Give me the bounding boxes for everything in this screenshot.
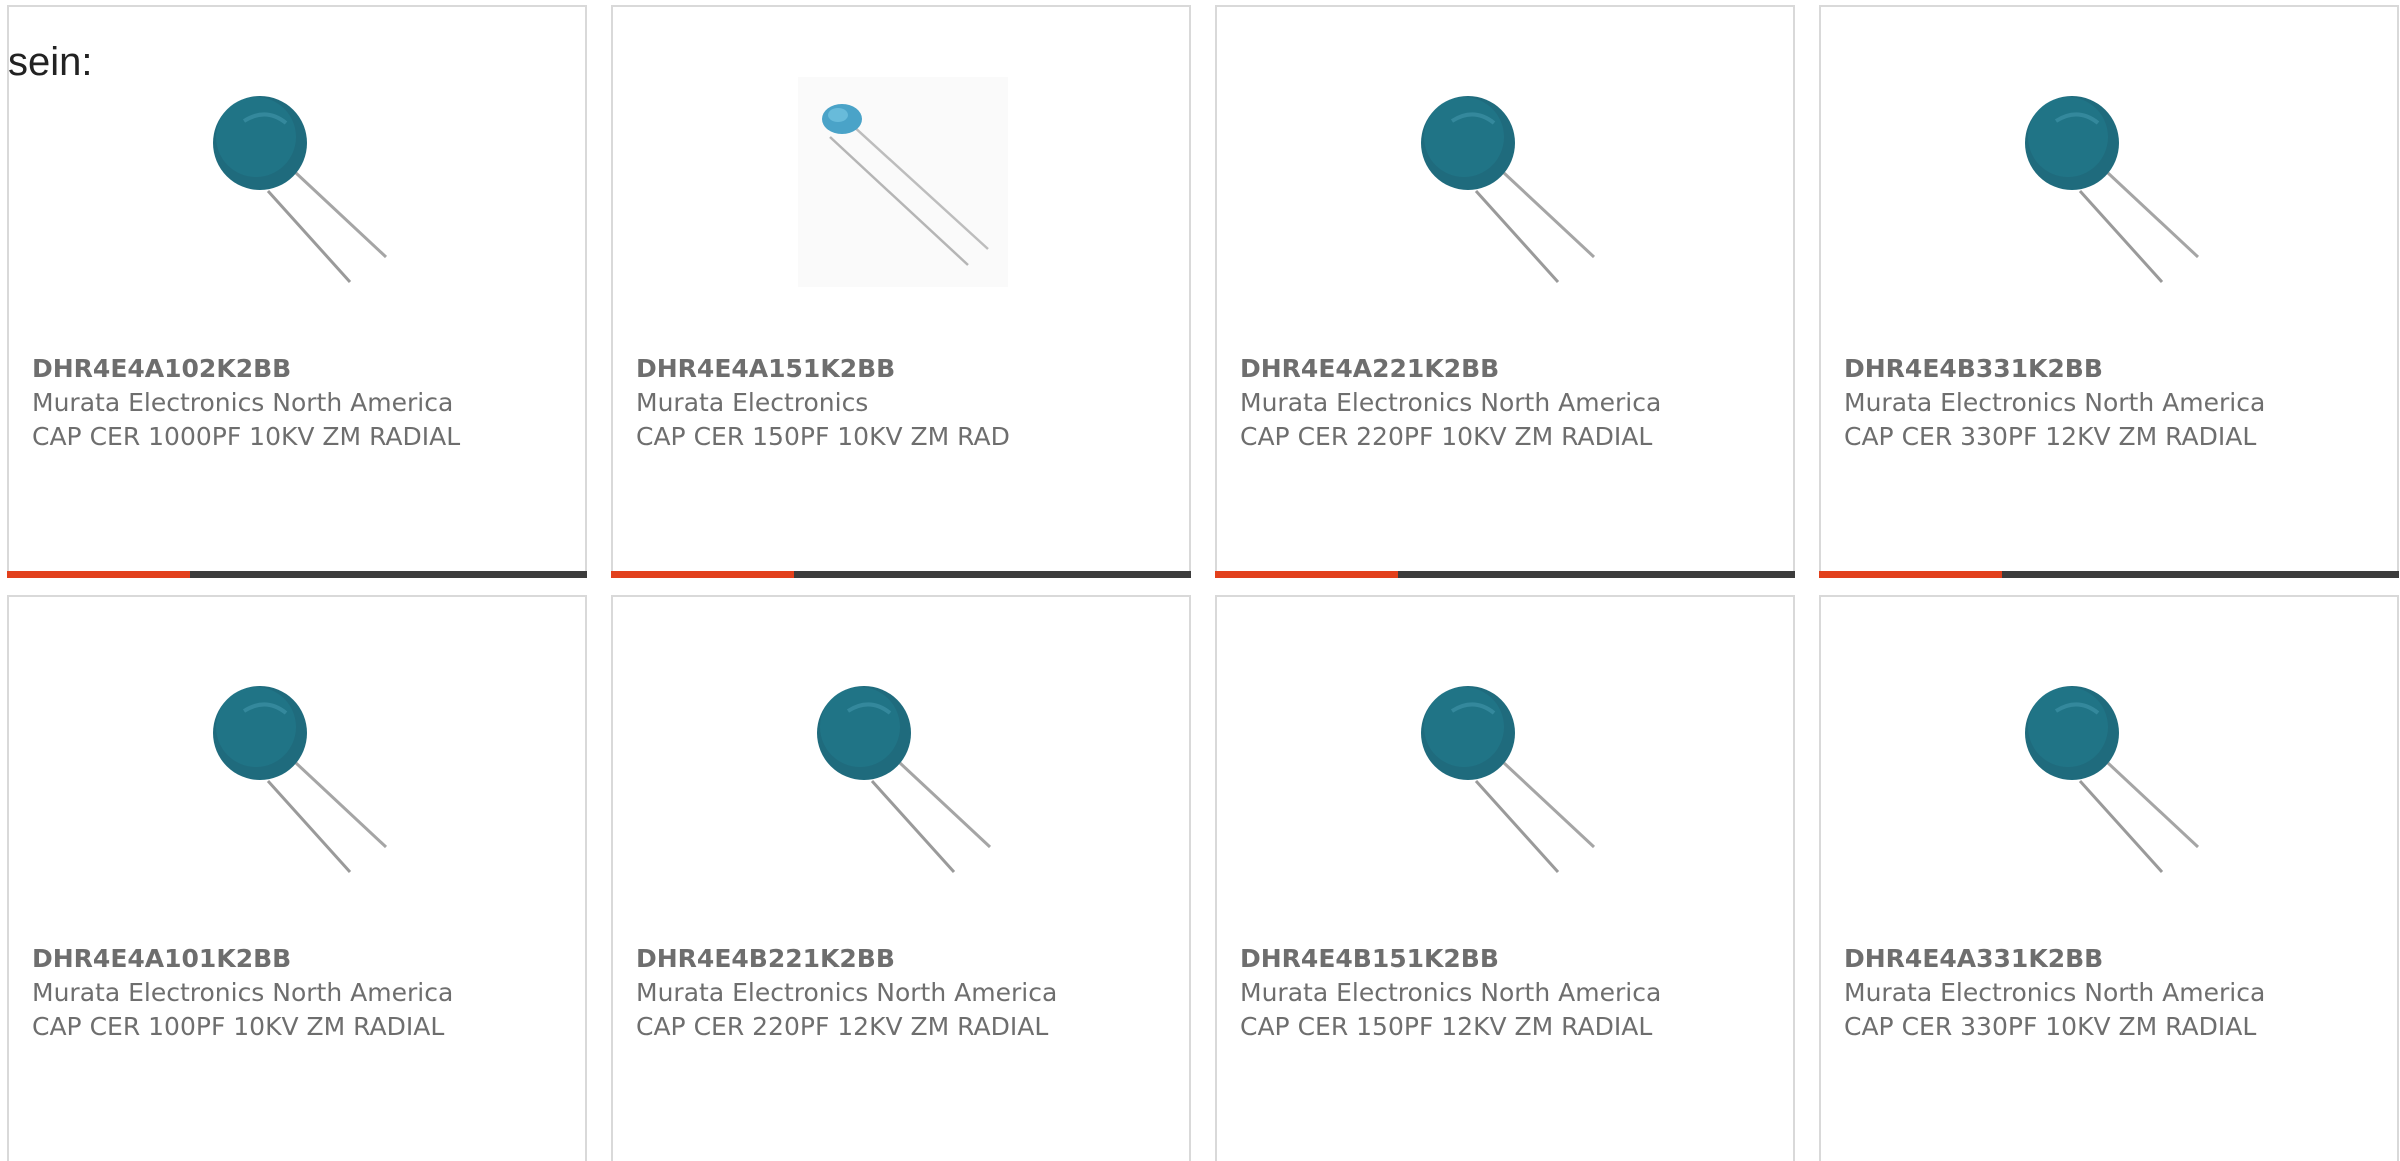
product-card[interactable]: DHR4E4A221K2BB Murata Electronics North … bbox=[1215, 5, 1795, 578]
manufacturer: Murata Electronics North America bbox=[32, 388, 454, 417]
card-footer-accent bbox=[611, 571, 794, 578]
disc-capacitor-icon bbox=[194, 77, 404, 287]
manufacturer: Murata Electronics North America bbox=[636, 978, 1058, 1007]
page: sein: DHR4E4A102K2BB Murata Electronics … bbox=[0, 0, 2400, 1161]
description: CAP CER 100PF 10KV ZM RADIAL bbox=[32, 1012, 445, 1041]
disc-capacitor-icon bbox=[194, 667, 404, 877]
product-grid: DHR4E4A102K2BB Murata Electronics North … bbox=[0, 0, 2400, 1161]
product-card[interactable]: DHR4E4B221K2BB Murata Electronics North … bbox=[611, 595, 1191, 1161]
description: CAP CER 220PF 12KV ZM RADIAL bbox=[636, 1012, 1049, 1041]
part-number: DHR4E4A331K2BB bbox=[1844, 944, 2104, 973]
part-number: DHR4E4A151K2BB bbox=[636, 354, 896, 383]
manufacturer: Murata Electronics North America bbox=[1240, 388, 1662, 417]
card-footer-accent bbox=[7, 571, 190, 578]
description: CAP CER 150PF 12KV ZM RADIAL bbox=[1240, 1012, 1653, 1041]
card-footer-accent bbox=[1215, 571, 1398, 578]
description: CAP CER 220PF 10KV ZM RADIAL bbox=[1240, 422, 1653, 451]
small-capacitor-icon bbox=[798, 77, 1008, 287]
manufacturer: Murata Electronics North America bbox=[32, 978, 454, 1007]
intro-text: sein: bbox=[8, 40, 93, 84]
product-card[interactable]: DHR4E4B151K2BB Murata Electronics North … bbox=[1215, 595, 1795, 1161]
product-card[interactable]: DHR4E4A331K2BB Murata Electronics North … bbox=[1819, 595, 2399, 1161]
description: CAP CER 330PF 12KV ZM RADIAL bbox=[1844, 422, 2257, 451]
part-number: DHR4E4A101K2BB bbox=[32, 944, 292, 973]
card-footer-bar bbox=[611, 571, 1191, 578]
part-number: DHR4E4A102K2BB bbox=[32, 354, 292, 383]
part-number: DHR4E4A221K2BB bbox=[1240, 354, 1500, 383]
disc-capacitor-icon bbox=[2006, 667, 2216, 877]
part-number: DHR4E4B221K2BB bbox=[636, 944, 895, 973]
disc-capacitor-icon bbox=[2006, 77, 2216, 287]
product-card[interactable]: DHR4E4B331K2BB Murata Electronics North … bbox=[1819, 5, 2399, 578]
manufacturer: Murata Electronics North America bbox=[1844, 388, 2266, 417]
product-card[interactable]: DHR4E4A151K2BB Murata Electronics CAP CE… bbox=[611, 5, 1191, 578]
disc-capacitor-icon bbox=[798, 667, 1008, 877]
manufacturer: Murata Electronics North America bbox=[1240, 978, 1662, 1007]
card-footer-bar bbox=[1819, 571, 2399, 578]
card-footer-bar bbox=[7, 571, 587, 578]
manufacturer: Murata Electronics North America bbox=[1844, 978, 2266, 1007]
part-number: DHR4E4B151K2BB bbox=[1240, 944, 1499, 973]
product-card[interactable]: DHR4E4A102K2BB Murata Electronics North … bbox=[7, 5, 587, 578]
disc-capacitor-icon bbox=[1402, 77, 1612, 287]
card-footer-accent bbox=[1819, 571, 2002, 578]
part-number: DHR4E4B331K2BB bbox=[1844, 354, 2103, 383]
description: CAP CER 1000PF 10KV ZM RADIAL bbox=[32, 422, 461, 451]
disc-capacitor-icon bbox=[1402, 667, 1612, 877]
product-card[interactable]: DHR4E4A101K2BB Murata Electronics North … bbox=[7, 595, 587, 1161]
description: CAP CER 330PF 10KV ZM RADIAL bbox=[1844, 1012, 2257, 1041]
description: CAP CER 150PF 10KV ZM RAD bbox=[636, 422, 1010, 451]
manufacturer: Murata Electronics bbox=[636, 388, 869, 417]
card-footer-bar bbox=[1215, 571, 1795, 578]
